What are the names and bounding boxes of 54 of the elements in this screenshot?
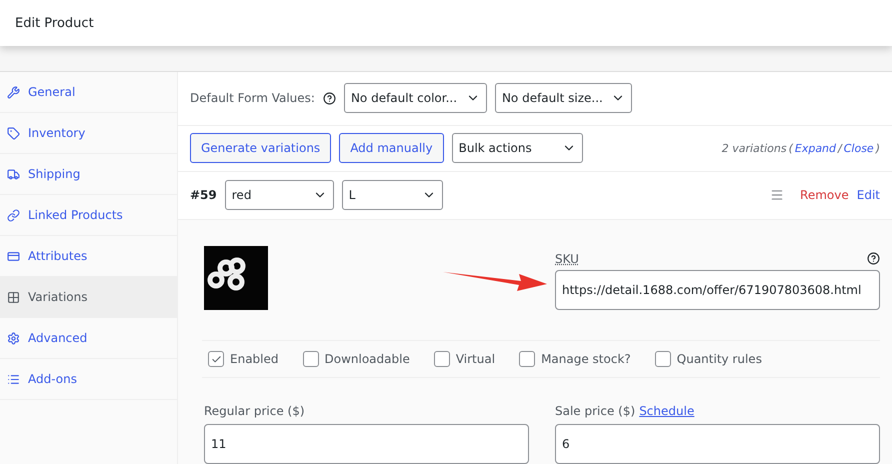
wrench-icon [7,86,20,98]
option-label: Enabled [230,352,278,366]
sidebar-item[interactable]: Variations [0,277,177,318]
grid-icon [7,290,20,304]
option-label: Virtual [456,352,496,366]
checkbox[interactable] [654,351,671,367]
checkbox[interactable] [434,351,450,367]
sidebar-item[interactable]: Linked Products [0,195,177,236]
attribute-select[interactable]: L [342,180,443,210]
option-label: Downloadable [324,352,410,366]
card-icon [7,250,20,262]
parenthesis: ( [788,142,793,155]
default-select[interactable]: No default size... [494,83,632,114]
default-form-label: Default Form Values: [190,91,315,106]
option-label: Manage stock? [541,352,631,366]
sidebar-item[interactable]: Advanced [0,318,177,359]
checkbox[interactable] [519,351,536,367]
link-icon [7,208,20,222]
default-select[interactable]: No default color... [344,83,487,114]
schedule-link[interactable]: Schedule [639,404,694,418]
close-link[interactable]: Close [844,142,874,155]
sku-field[interactable]: https://detail.1688.com/offer/671907803608.html [555,270,880,310]
separator: / [838,142,842,155]
checkbox[interactable] [208,351,224,367]
sidebar-item[interactable]: General [0,72,177,113]
toolbar-button[interactable]: Add manually [339,133,444,164]
edit-link[interactable]: Edit [856,188,880,202]
drag-handle-icon[interactable] [770,188,784,202]
sale-price-field[interactable]: 6 [555,424,880,464]
help-icon[interactable] [867,252,880,265]
expand-link[interactable]: Expand [794,142,836,155]
list-icon [7,372,20,386]
gear-icon [7,332,20,344]
regular-price-field[interactable]: 11 [204,424,529,464]
checkbox[interactable] [302,351,318,367]
option-label: Quantity rules [676,352,762,366]
bulk-actions-select[interactable]: Bulk actions [452,133,583,164]
help-icon[interactable] [322,92,336,105]
sidebar-item[interactable]: Inventory [0,113,177,154]
variation-id: #59 [190,188,217,202]
tag-icon [7,126,20,140]
variations-count: 2 variations [722,142,787,155]
sidebar-item[interactable]: Add-ons [0,359,177,400]
truck-icon [7,168,20,180]
sidebar-item[interactable]: Shipping [0,154,177,195]
window-title: Edit Product [15,16,94,30]
sku-label: SKU [555,252,579,266]
regular-price-label: Regular price ($) [204,404,306,418]
check-icon [210,354,222,364]
remove-link[interactable]: Remove [800,188,849,202]
toolbar-button[interactable]: Generate variations [190,133,332,164]
parenthesis: ) [876,142,880,155]
sale-price-label: Sale price ($) [555,404,636,418]
attribute-select[interactable]: red [224,180,334,210]
